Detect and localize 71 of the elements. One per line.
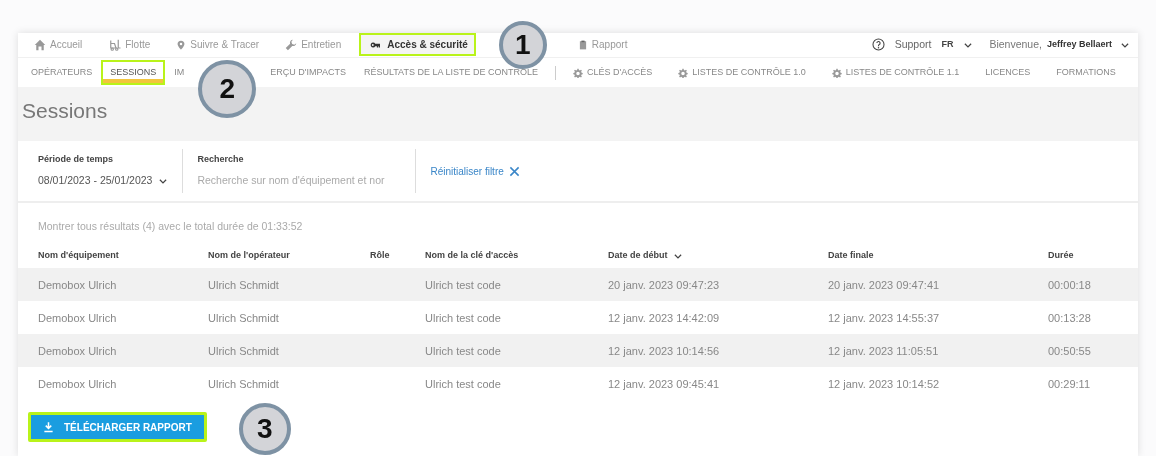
table-cell: 00:13:28 — [1048, 311, 1091, 324]
table-cell: Ulrich test code — [425, 278, 501, 291]
table-cell: 12 janv. 2023 10:14:52 — [828, 377, 940, 390]
map-pin-icon — [176, 38, 187, 51]
tab[interactable]: LISTES DE CONTRÔLE 1.0 — [669, 59, 815, 86]
support-link[interactable]: Support — [894, 37, 932, 53]
page-title: Sessions — [22, 98, 108, 125]
table-cell: Demobox Ulrich — [38, 344, 117, 357]
nav-item[interactable]: Suivre & Tracer — [168, 33, 268, 57]
column-header: Date finale — [828, 249, 874, 263]
download-icon — [43, 421, 54, 434]
table-cell: 20 janv. 2023 09:47:41 — [828, 278, 940, 291]
date-range-dropdown[interactable]: 08/01/2023 - 25/01/2023 — [38, 172, 169, 189]
nav-item[interactable]: Accès & sécurité — [359, 33, 476, 57]
table-cell: 20 janv. 2023 09:47:23 — [608, 278, 720, 291]
table-cell: Ulrich Schmidt — [208, 311, 279, 324]
tab[interactable]: IM — [165, 59, 194, 86]
table-cell: 00:00:18 — [1048, 278, 1091, 291]
callout-badge: 3 — [238, 403, 291, 456]
table-cell: 00:29:11 — [1048, 377, 1090, 390]
table-cell: Ulrich Schmidt — [208, 278, 279, 291]
table-cell: Demobox Ulrich — [38, 311, 117, 324]
gear-icon — [831, 67, 842, 78]
language-selector[interactable]: FR — [941, 38, 974, 52]
table-cell: 12 janv. 2023 10:14:56 — [608, 344, 720, 357]
column-header: Nom de l'opérateur — [208, 249, 290, 263]
table-cell: Ulrich test code — [425, 377, 501, 390]
callout-badge: 2 — [198, 59, 257, 118]
table-cell: 12 janv. 2023 11:05:51 — [828, 344, 939, 357]
column-header: Rôle — [370, 249, 390, 263]
tab[interactable]: LISTES DE CONTRÔLE 1.1 — [822, 59, 969, 86]
results-summary: Montrer tous résultats (4) avec le total durée de 01:33:52 — [37, 219, 304, 234]
tab[interactable]: ERÇU D'IMPACTS — [261, 59, 355, 86]
table-cell: 00:50:55 — [1048, 344, 1091, 357]
tab[interactable]: OPÉRATEURS — [22, 59, 102, 86]
table-cell: 12 janv. 2023 09:45:41 — [608, 377, 720, 390]
table-cell: Demobox Ulrich — [38, 377, 117, 390]
nav-item[interactable]: Accueil — [26, 33, 91, 57]
gear-icon — [678, 67, 689, 78]
column-header: Durée — [1048, 249, 1074, 263]
close-icon — [508, 165, 520, 177]
help-icon — [871, 38, 885, 52]
tab[interactable]: CLÉS D'ACCÈS — [563, 59, 662, 86]
table-cell: Ulrich test code — [425, 311, 501, 324]
callout-badge: 1 — [498, 21, 547, 69]
clipboard-icon — [577, 38, 588, 51]
home-icon — [34, 38, 46, 51]
column-header: Nom d'équipement — [38, 249, 119, 263]
table-cell: Ulrich Schmidt — [208, 344, 279, 357]
gear-icon — [572, 67, 583, 78]
table-cell: 12 janv. 2023 14:55:37 — [828, 311, 940, 324]
column-header[interactable]: Date de début — [608, 249, 683, 263]
table-cell: Ulrich test code — [425, 344, 501, 357]
nav-item[interactable]: Entretien — [277, 33, 350, 57]
tab[interactable]: FORMATIONS — [1047, 59, 1125, 86]
tab[interactable]: SESSIONS — [101, 59, 166, 86]
column-header: Nom de la clé d'accès — [425, 249, 519, 263]
download-report-button[interactable]: TÉLÉCHARGER RAPPORT — [28, 412, 207, 443]
table-cell: Ulrich Schmidt — [208, 377, 279, 390]
welcome-text: Bienvenue, — [989, 37, 1042, 52]
table-cell: Demobox Ulrich — [38, 278, 117, 291]
filter-label: Recherche — [197, 153, 245, 167]
table-cell: 12 janv. 2023 14:42:09 — [608, 311, 720, 324]
forklift-icon — [108, 38, 122, 51]
nav-item[interactable]: Flotte — [100, 33, 159, 57]
filter-label: Période de temps — [38, 153, 115, 167]
user-menu[interactable]: Jeffrey Bellaert — [1046, 38, 1130, 52]
nav-item[interactable]: Rapport — [569, 33, 636, 57]
reset-filter-link[interactable]: Réinitialiser filtre — [430, 163, 520, 179]
tab[interactable]: LICENCES — [976, 59, 1040, 86]
wrench-icon — [285, 38, 298, 51]
